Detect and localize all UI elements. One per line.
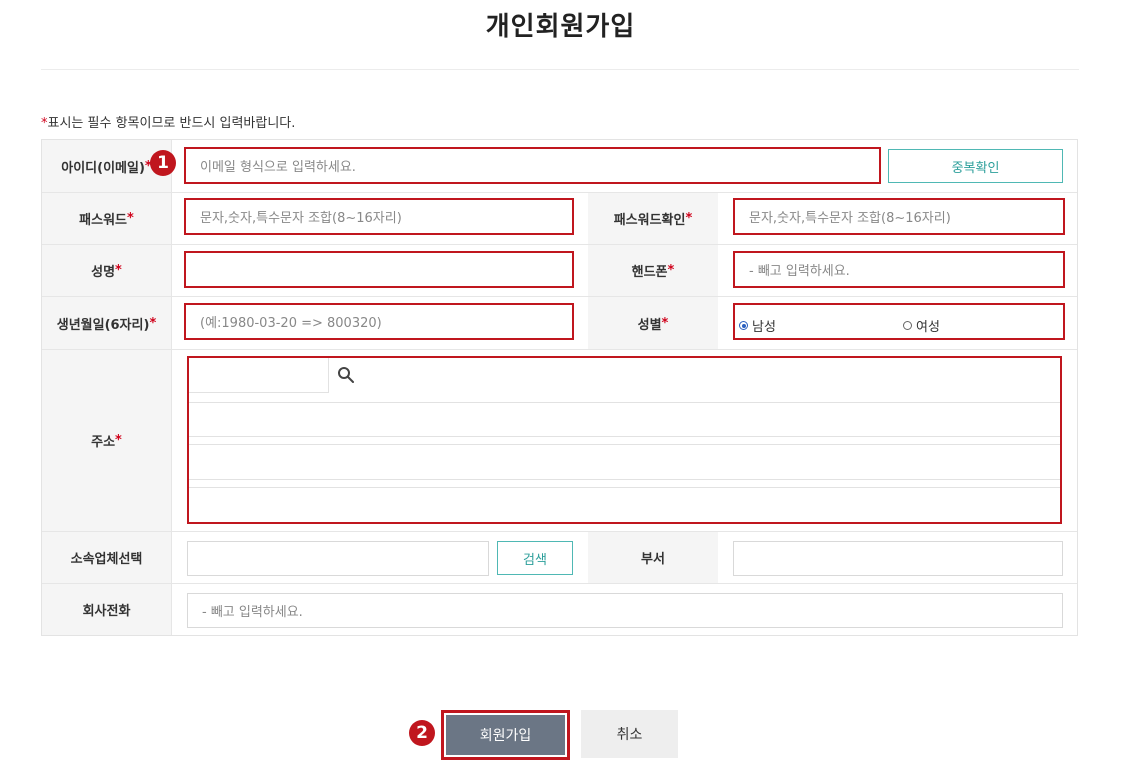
gender-option-male-label: 남성 <box>752 320 776 335</box>
name-required-mark: * <box>115 263 122 278</box>
required-notice: *표시는 필수 항목이므로 반드시 입력바랍니다. <box>41 112 295 131</box>
phone-input[interactable]: - 빼고 입력하세요. <box>733 251 1065 288</box>
row-divider <box>42 583 1077 584</box>
column-divider <box>171 140 172 635</box>
row-divider <box>42 192 1077 193</box>
gender-required-mark: * <box>661 315 669 331</box>
required-notice-text: 표시는 필수 항목이므로 반드시 입력바랍니다. <box>47 116 296 131</box>
address-line5-divider <box>189 487 1060 488</box>
search-icon[interactable] <box>337 366 355 384</box>
row-divider <box>42 244 1077 245</box>
password-required-mark: * <box>127 211 134 226</box>
row-divider <box>42 296 1077 297</box>
birth-required-mark: * <box>149 315 157 331</box>
phone-label-text: 핸드폰 <box>631 265 668 280</box>
company-search-button[interactable]: 검색 <box>497 541 573 575</box>
signup-form: 아이디(이메일) * 패스워드 * 패스워드확인 * 성명 * 핸드폰 * 생년월일(6자… <box>41 139 1078 636</box>
duplicate-check-button[interactable]: 중복확인 <box>888 149 1063 183</box>
row-divider <box>42 531 1077 532</box>
password-confirm-label: 패스워드확인 * <box>588 193 718 244</box>
password-confirm-required-mark: * <box>685 211 693 226</box>
password-label-text: 패스워드 <box>79 213 128 228</box>
radio-unselected-icon <box>903 321 912 330</box>
title-divider <box>41 69 1079 70</box>
zipcode-input[interactable] <box>189 358 329 393</box>
password-label: 패스워드 * <box>42 193 171 244</box>
row-divider <box>42 349 1077 350</box>
gender-radio-group: 남성 여성 <box>733 303 1065 340</box>
step-1-badge: 1 <box>150 150 176 176</box>
birth-input[interactable]: (예:1980-03-20 => 800320) <box>184 303 574 340</box>
gender-option-male[interactable]: 남성 <box>739 316 776 335</box>
address-line4-divider <box>189 479 1060 480</box>
signup-button-label: 회원가입 <box>446 715 565 755</box>
gender-label: 성별 * <box>588 297 718 349</box>
address-fields <box>187 356 1062 524</box>
birth-label-text: 생년월일(6자리) <box>56 317 150 333</box>
cancel-button[interactable]: 취소 <box>581 710 678 758</box>
company-label-text: 소속업체선택 <box>70 552 143 567</box>
address-required-mark: * <box>115 433 122 448</box>
radio-selected-icon <box>739 321 748 330</box>
name-label: 성명 * <box>42 245 171 296</box>
name-input[interactable] <box>184 251 574 288</box>
gender-option-female[interactable]: 여성 <box>903 316 940 335</box>
gender-label-text: 성별 <box>637 317 662 333</box>
page-title: 개인회원가입 <box>485 12 636 42</box>
password-confirm-input[interactable]: 문자,숫자,특수문자 조합(8~16자리) <box>733 198 1065 235</box>
company-input[interactable] <box>187 541 489 576</box>
signup-button[interactable]: 회원가입 <box>441 710 570 760</box>
id-email-input[interactable]: 이메일 형식으로 입력하세요. <box>184 147 881 184</box>
address-line1-divider <box>189 402 1060 403</box>
name-label-text: 성명 <box>91 265 116 280</box>
step-2-badge: 2 <box>409 720 435 746</box>
department-input[interactable] <box>733 541 1063 576</box>
password-input[interactable]: 문자,숫자,특수문자 조합(8~16자리) <box>184 198 574 235</box>
address-line3-divider <box>189 444 1060 445</box>
password-confirm-label-text: 패스워드확인 <box>613 213 686 228</box>
department-label-text: 부서 <box>641 552 665 567</box>
address-label: 주소 * <box>42 350 171 531</box>
phone-required-mark: * <box>667 263 675 278</box>
company-phone-label: 회사전화 <box>42 584 171 635</box>
birth-label: 생년월일(6자리) * <box>42 297 171 349</box>
gender-option-female-label: 여성 <box>916 320 940 335</box>
id-label-text: 아이디(이메일) <box>61 160 145 176</box>
company-phone-input[interactable]: - 빼고 입력하세요. <box>187 593 1063 628</box>
address-label-text: 주소 <box>91 435 116 450</box>
department-label: 부서 <box>588 532 718 583</box>
address-line2-divider <box>189 436 1060 437</box>
company-phone-label-text: 회사전화 <box>82 604 131 619</box>
company-label: 소속업체선택 <box>42 532 171 583</box>
phone-label: 핸드폰 * <box>588 245 718 296</box>
